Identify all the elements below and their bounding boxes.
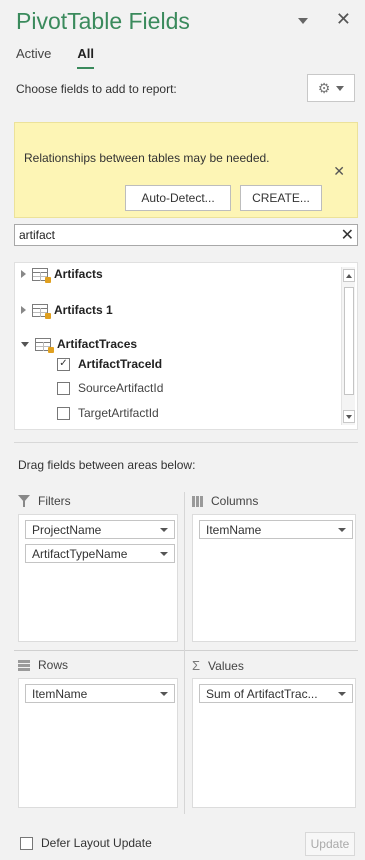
field-item[interactable]: SourceArtifactId bbox=[57, 381, 163, 395]
columns-header: Columns bbox=[192, 494, 258, 508]
table-row-artifacts-1[interactable]: Artifacts 1 bbox=[21, 303, 113, 319]
areas-vertical-separator bbox=[184, 492, 185, 814]
field-checkbox[interactable] bbox=[57, 406, 70, 420]
table-name: ArtifactTraces bbox=[57, 337, 138, 351]
chevron-down-icon bbox=[160, 691, 168, 696]
filter-pill-projectname[interactable]: ProjectName bbox=[25, 520, 175, 539]
values-label: Values bbox=[208, 658, 244, 673]
filters-header: Filters bbox=[18, 494, 71, 508]
filters-area: Filters ProjectName ArtifactTypeName bbox=[18, 494, 178, 644]
notice-text: Relationships between tables may be need… bbox=[24, 151, 270, 165]
chevron-down-icon bbox=[160, 527, 168, 532]
sigma-icon: Σ bbox=[192, 658, 201, 673]
chevron-down-icon bbox=[336, 85, 345, 91]
collapse-icon[interactable] bbox=[21, 341, 29, 347]
search-value: artifact bbox=[19, 228, 56, 242]
columns-area: Columns ItemName bbox=[192, 494, 356, 644]
field-checkbox[interactable]: ✓ bbox=[57, 357, 70, 371]
table-icon bbox=[35, 337, 54, 353]
table-name: Artifacts bbox=[54, 267, 103, 281]
defer-label: Defer Layout Update bbox=[41, 836, 152, 850]
tools-button[interactable]: ⚙ bbox=[307, 74, 355, 102]
divider bbox=[14, 442, 358, 443]
update-button[interactable]: Update bbox=[305, 832, 355, 856]
chevron-down-icon bbox=[338, 691, 346, 696]
value-pill-sum-artifacttrac[interactable]: Sum of ArtifactTrac... bbox=[199, 684, 353, 703]
table-row-artifacts[interactable]: Artifacts bbox=[21, 267, 103, 283]
row-pill-itemname[interactable]: ItemName bbox=[25, 684, 175, 703]
clear-search-icon[interactable]: ✕ bbox=[341, 225, 354, 245]
filters-drop-zone[interactable]: ProjectName ArtifactTypeName bbox=[18, 514, 178, 642]
columns-icon bbox=[192, 495, 203, 507]
filter-icon bbox=[18, 495, 30, 507]
areas-separator bbox=[14, 650, 358, 651]
expand-icon[interactable] bbox=[21, 270, 26, 278]
auto-detect-button[interactable]: Auto-Detect... bbox=[125, 185, 231, 211]
defer-layout-update[interactable]: Defer Layout Update bbox=[20, 836, 152, 850]
field-label: SourceArtifactId bbox=[78, 381, 164, 395]
task-pane-options-icon[interactable] bbox=[297, 18, 308, 24]
column-pill-itemname[interactable]: ItemName bbox=[199, 520, 353, 539]
field-search-input[interactable]: artifact ✕ bbox=[14, 224, 358, 246]
arrow-down-icon bbox=[346, 414, 352, 419]
field-list: Artifacts Artifacts 1 ArtifactTraces ✓ A… bbox=[14, 262, 358, 430]
expand-icon[interactable] bbox=[21, 306, 26, 314]
choose-fields-label: Choose fields to add to report: bbox=[16, 82, 177, 96]
tab-active[interactable]: Active bbox=[16, 46, 51, 69]
table-icon bbox=[32, 303, 51, 319]
table-name: Artifacts 1 bbox=[54, 303, 113, 317]
defer-checkbox[interactable] bbox=[20, 836, 33, 850]
field-label: TargetArtifactId bbox=[78, 406, 159, 420]
create-button[interactable]: CREATE... bbox=[240, 185, 322, 211]
field-checkbox[interactable] bbox=[57, 381, 70, 395]
notice-close-icon[interactable]: ✕ bbox=[333, 163, 345, 180]
close-icon[interactable]: ✕ bbox=[336, 10, 351, 28]
field-label: ArtifactTraceId bbox=[78, 357, 163, 371]
scroll-thumb[interactable] bbox=[344, 287, 354, 395]
scroll-up-button[interactable] bbox=[343, 269, 355, 282]
rows-icon bbox=[18, 659, 30, 671]
rows-header: Rows bbox=[18, 658, 68, 672]
columns-drop-zone[interactable]: ItemName bbox=[192, 514, 356, 642]
title-buttons: ✕ bbox=[297, 10, 351, 28]
rows-label: Rows bbox=[38, 658, 69, 672]
values-drop-zone[interactable]: Sum of ArtifactTrac... bbox=[192, 678, 356, 808]
field-list-scrollbar[interactable] bbox=[341, 267, 355, 425]
values-header: Σ Values bbox=[192, 658, 244, 673]
pane-title: PivotTable Fields bbox=[16, 8, 190, 34]
scroll-down-button[interactable] bbox=[343, 410, 355, 423]
field-item[interactable]: TargetArtifactId bbox=[57, 406, 159, 420]
chevron-down-icon bbox=[338, 527, 346, 532]
table-icon bbox=[32, 267, 51, 283]
table-row-artifacttraces[interactable]: ArtifactTraces bbox=[21, 337, 138, 353]
rows-area: Rows ItemName bbox=[18, 658, 178, 810]
filters-label: Filters bbox=[38, 494, 71, 508]
chevron-down-icon bbox=[160, 551, 168, 556]
values-area: Σ Values Sum of ArtifactTrac... bbox=[192, 658, 356, 810]
tab-all[interactable]: All bbox=[77, 46, 95, 69]
drag-fields-label: Drag fields between areas below: bbox=[18, 458, 196, 472]
pivottable-fields-pane: PivotTable Fields ✕ Active All Choose fi… bbox=[0, 0, 365, 860]
relationships-notice: Relationships between tables may be need… bbox=[14, 122, 358, 218]
columns-label: Columns bbox=[211, 494, 259, 508]
arrow-up-icon bbox=[346, 273, 352, 278]
rows-drop-zone[interactable]: ItemName bbox=[18, 678, 178, 808]
tab-strip: Active All bbox=[16, 46, 95, 69]
field-item[interactable]: ✓ ArtifactTraceId bbox=[57, 357, 162, 371]
gear-icon: ⚙ bbox=[317, 79, 331, 96]
filter-pill-artifacttypename[interactable]: ArtifactTypeName bbox=[25, 544, 175, 563]
